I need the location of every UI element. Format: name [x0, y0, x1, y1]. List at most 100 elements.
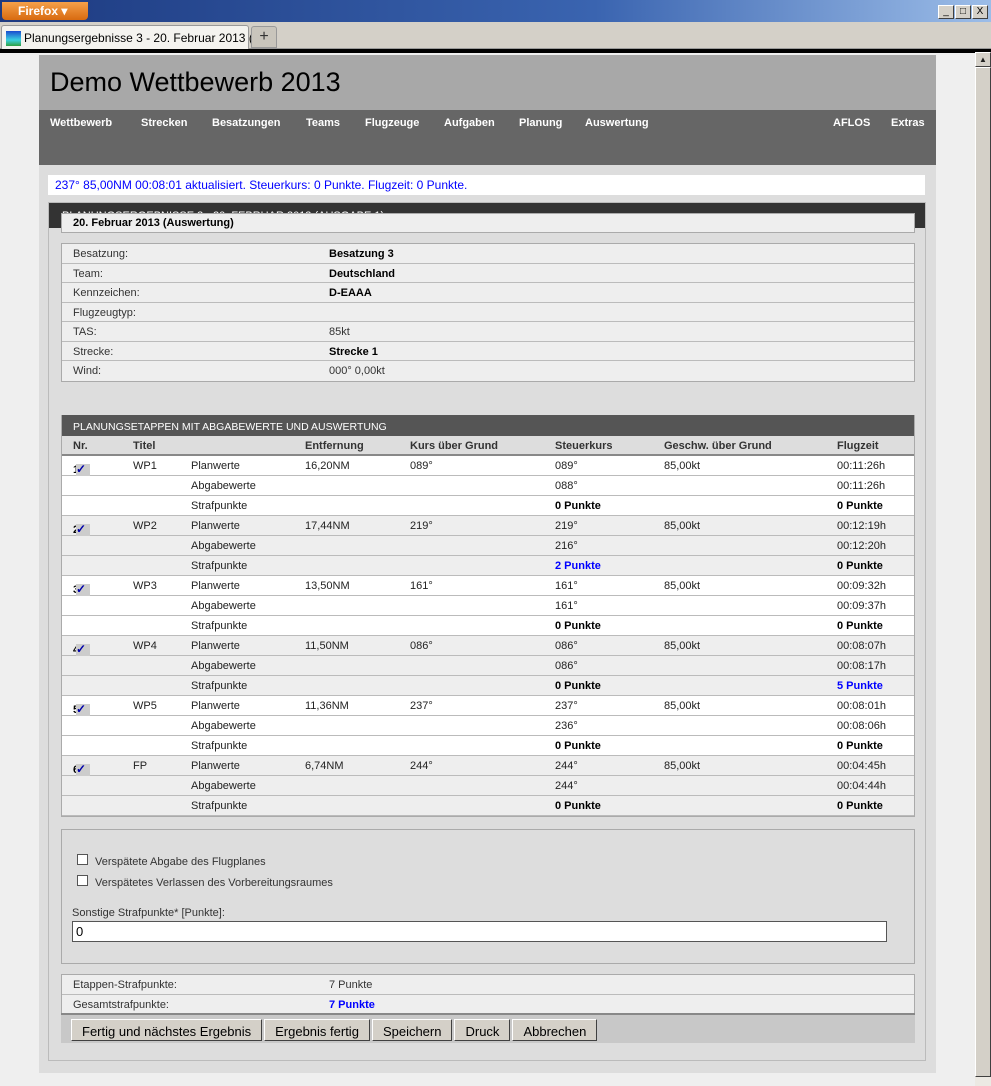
ground-speed: 85,00kt — [664, 460, 701, 472]
minimize-button[interactable]: _ — [938, 5, 954, 19]
button-bar: Fertig und nächstes Ergebnis Ergebnis fer… — [61, 1013, 915, 1043]
heading-penalty: 0 Punkte — [555, 740, 601, 752]
checkmark-icon[interactable]: ✓ — [76, 763, 90, 776]
planned-time: 00:09:32h — [837, 580, 886, 592]
given-time: 00:09:37h — [837, 600, 886, 612]
info-label: TAS: — [73, 326, 97, 338]
time-penalty: 5 Punkte — [837, 680, 883, 692]
info-table: Besatzung: Besatzung 3 Team: Deutschland Ken… — [61, 243, 915, 382]
total-penalty-label: Gesamtstrafpunkte: — [73, 998, 169, 1011]
track: 244° — [410, 760, 433, 772]
row-label: Planwerte — [191, 520, 240, 532]
table-row: 5✓WP5Planwerte11,36NM237°237°85,00kt00:0… — [62, 696, 914, 716]
row-label: Abgabewerte — [191, 480, 256, 492]
info-row: Wind: 000° 0,00kt — [62, 361, 914, 381]
checkmark-icon[interactable]: ✓ — [76, 643, 90, 656]
heading-penalty: 2 Punkte — [555, 560, 601, 572]
nav-item-aflos[interactable]: AFLOS — [833, 117, 870, 129]
row-label: Abgabewerte — [191, 660, 256, 672]
checkmark-icon[interactable]: ✓ — [76, 463, 90, 476]
tab-bar: Planungsergebnisse 3 - 20. Februar 2013 … — [0, 22, 991, 49]
info-row: Besatzung: Besatzung 3 — [62, 244, 914, 264]
nav-item-aufgaben[interactable]: Aufgaben — [444, 117, 495, 129]
nav-item-wettbewerb[interactable]: Wettbewerb — [50, 117, 112, 129]
info-row: Team: Deutschland — [62, 264, 914, 283]
row-label: Planwerte — [191, 460, 240, 472]
planned-time: 00:12:19h — [837, 520, 886, 532]
leg-title: WP4 — [133, 640, 157, 652]
scrollbar[interactable]: ▲ — [975, 52, 991, 1086]
table-row: Abgabewerte 086° 00:08:17h — [62, 656, 914, 676]
table-row: 1✓WP1Planwerte16,20NM089°089°85,00kt00:1… — [62, 456, 914, 476]
date-heading: 20. Februar 2013 (Auswertung) — [61, 213, 915, 233]
planned-heading: 237° — [555, 700, 578, 712]
new-tab-button[interactable]: + — [251, 26, 277, 48]
checkmark-icon[interactable]: ✓ — [76, 583, 90, 596]
checkmark-icon[interactable]: ✓ — [76, 703, 90, 716]
heading-penalty: 0 Punkte — [555, 500, 601, 512]
time-penalty: 0 Punkte — [837, 740, 883, 752]
main-nav: Wettbewerb Strecken Besatzungen Teams Flugze… — [39, 110, 936, 165]
other-penalty-input[interactable] — [72, 921, 887, 942]
info-row: Flugzeugtyp: — [62, 303, 914, 322]
distance: 11,36NM — [305, 700, 349, 712]
row-label: Strafpunkte — [191, 680, 248, 692]
distance: 6,74NM — [305, 760, 344, 772]
column-header: Kurs über Grund — [410, 440, 499, 452]
distance: 13,50NM — [305, 580, 350, 592]
nav-item-strecken[interactable]: Strecken — [141, 117, 187, 129]
scroll-thumb[interactable] — [975, 67, 991, 1077]
time-penalty: 0 Punkte — [837, 560, 883, 572]
table-row: Abgabewerte 088° 00:11:26h — [62, 476, 914, 496]
nav-item-besatzungen[interactable]: Besatzungen — [212, 117, 280, 129]
print-button[interactable]: Druck — [454, 1019, 511, 1041]
save-button[interactable]: Speichern — [371, 1019, 453, 1041]
close-button[interactable]: X — [972, 5, 988, 19]
finish-next-button[interactable]: Fertig und nächstes Ergebnis — [71, 1019, 263, 1041]
scroll-up-icon[interactable]: ▲ — [975, 52, 991, 67]
row-label: Planwerte — [191, 700, 240, 712]
planned-heading: 089° — [555, 460, 578, 472]
column-header: Flugzeit — [837, 440, 879, 452]
distance: 17,44NM — [305, 520, 350, 532]
firefox-menu-button[interactable]: Firefox ▾ — [2, 2, 88, 20]
given-heading: 236° — [555, 720, 578, 732]
finish-button[interactable]: Ergebnis fertig — [264, 1019, 370, 1041]
nav-item-extras[interactable]: Extras — [891, 117, 925, 129]
time-penalty: 0 Punkte — [837, 500, 883, 512]
column-header: Geschw. über Grund — [664, 440, 772, 452]
late-plan-checkbox[interactable] — [77, 854, 88, 865]
table-row: 4✓WP4Planwerte11,50NM086°086°85,00kt00:0… — [62, 636, 914, 656]
given-heading: 088° — [555, 480, 578, 492]
checkmark-icon[interactable]: ✓ — [76, 523, 90, 536]
table-row: Abgabewerte 216° 00:12:20h — [62, 536, 914, 556]
table-row: Strafpunkte 0 Punkte 5 Punkte — [62, 676, 914, 696]
late-exit-checkbox[interactable] — [77, 875, 88, 886]
total-penalty-value: 7 Punkte — [329, 998, 375, 1011]
nav-item-flugzeuge[interactable]: Flugzeuge — [365, 117, 419, 129]
planned-time: 00:08:01h — [837, 700, 886, 712]
cancel-button[interactable]: Abbrechen — [512, 1019, 598, 1041]
browser-tab[interactable]: Planungsergebnisse 3 - 20. Februar 2013 … — [1, 25, 271, 49]
given-time: 00:08:17h — [837, 660, 886, 672]
track: 086° — [410, 640, 433, 652]
other-penalty-label: Sonstige Strafpunkte* [Punkte]: — [72, 907, 225, 919]
table-row: 2✓WP2Planwerte17,44NM219°219°85,00kt00:1… — [62, 516, 914, 536]
legs-title: PLANUNGSETAPPEN MIT ABGABEWERTE UND AUSW… — [62, 415, 914, 436]
planned-time: 00:04:45h — [837, 760, 886, 772]
leg-title: WP2 — [133, 520, 157, 532]
info-value: Strecke 1 — [329, 345, 378, 358]
maximize-button[interactable]: □ — [955, 5, 971, 19]
heading-penalty: 0 Punkte — [555, 620, 601, 632]
track: 237° — [410, 700, 433, 712]
nav-item-auswertung[interactable]: Auswertung — [585, 117, 649, 129]
table-row: Strafpunkte 0 Punkte 0 Punkte — [62, 616, 914, 636]
track: 219° — [410, 520, 433, 532]
info-value: Besatzung 3 — [329, 248, 394, 260]
nav-item-planung[interactable]: Planung — [519, 117, 562, 129]
nav-item-teams[interactable]: Teams — [306, 117, 340, 129]
row-label: Strafpunkte — [191, 800, 248, 812]
column-headers: Nr. Titel Entfernung Kurs über Grund Steuerk… — [62, 436, 914, 456]
status-message: 237° 85,00NM 00:08:01 aktualisiert. Steu… — [48, 175, 925, 195]
info-row: Kennzeichen: D-EAAA — [62, 283, 914, 303]
